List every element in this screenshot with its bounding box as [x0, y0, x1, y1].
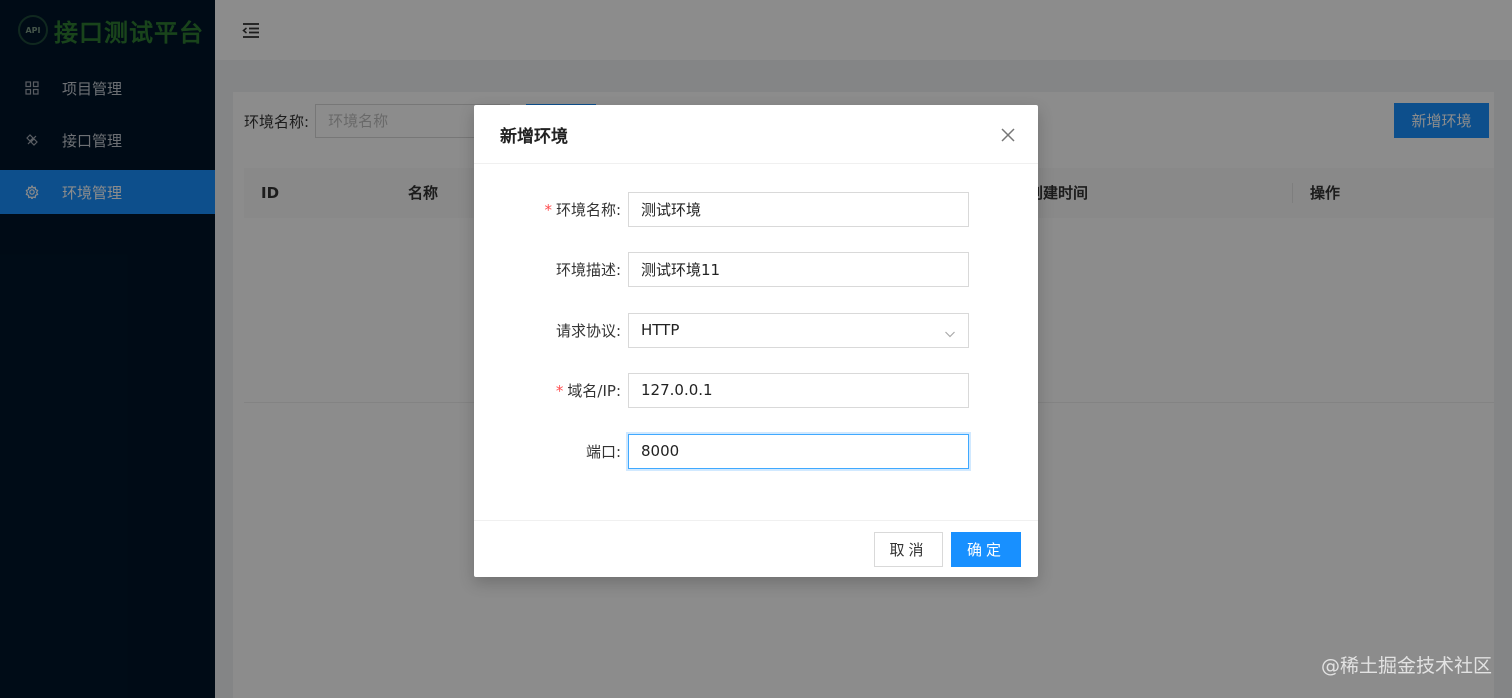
protocol-select-value: HTTP: [641, 321, 680, 339]
cancel-button[interactable]: 取消: [874, 532, 943, 567]
chevron-down-icon: [944, 326, 956, 338]
form-row-description: 环境描述:: [474, 251, 1038, 287]
modal-footer: 取消 确定: [474, 520, 1038, 577]
protocol-select[interactable]: HTTP: [628, 312, 969, 348]
form-row-name: * 环境名称:: [474, 191, 1038, 227]
modal-header: 新增环境: [474, 105, 1038, 164]
field-label-name: * 环境名称:: [544, 200, 621, 219]
field-label-host: * 域名/IP:: [555, 381, 621, 400]
form-row-host: * 域名/IP:: [474, 372, 1038, 408]
watermark: @稀土掘金技术社区: [1320, 655, 1492, 677]
port-input[interactable]: [628, 433, 969, 469]
environment-name-input[interactable]: [628, 191, 969, 227]
field-label-port: 端口:: [585, 442, 621, 461]
field-label-description: 环境描述:: [555, 260, 621, 279]
environment-description-input[interactable]: [628, 251, 969, 287]
close-icon[interactable]: [1000, 127, 1016, 143]
form-row-protocol: 请求协议: HTTP: [474, 312, 1038, 348]
required-mark: *: [555, 381, 564, 400]
required-mark: *: [544, 200, 552, 219]
host-input[interactable]: [628, 372, 969, 408]
modal-title: 新增环境: [500, 126, 568, 147]
form-row-port: 端口:: [474, 433, 1038, 469]
field-label-protocol: 请求协议:: [555, 321, 621, 340]
add-environment-dialog: 新增环境 *环境名称: 环境描述: 请求协议: HTTP *域名/IP: 端口:: [474, 105, 1038, 577]
confirm-button[interactable]: 确定: [951, 532, 1021, 567]
